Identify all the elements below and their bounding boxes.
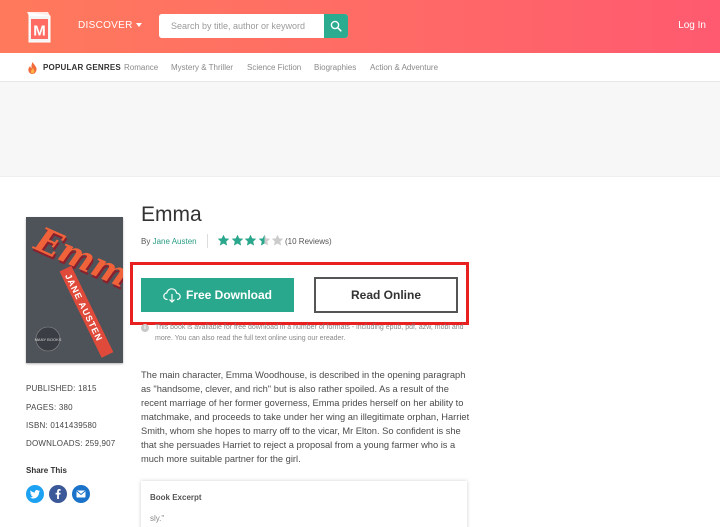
free-download-button[interactable]: Free Download <box>141 278 294 312</box>
excerpt-text: sly." <box>150 514 165 523</box>
genre-link-action-adventure[interactable]: Action & Adventure <box>370 63 438 72</box>
genre-link-science-fiction[interactable]: Science Fiction <box>247 63 301 72</box>
book-title: Emma <box>141 203 202 226</box>
twitter-icon <box>30 489 40 498</box>
published-year: PUBLISHED: 1815 <box>26 384 97 393</box>
cloud-download-icon <box>163 287 181 303</box>
info-icon: i <box>141 324 149 332</box>
facebook-icon <box>55 489 61 499</box>
format-info-note: This book is available for free download… <box>155 324 464 342</box>
search-icon <box>330 20 342 32</box>
free-download-label: Free Download <box>185 288 272 302</box>
logo-letter: M <box>33 23 46 40</box>
flame-icon <box>28 62 37 74</box>
discover-label: DISCOVER <box>78 20 133 31</box>
reviews-count[interactable]: (10 Reviews) <box>285 237 332 246</box>
search-input[interactable] <box>159 14 324 38</box>
read-online-label: Read Online <box>350 288 421 302</box>
page-count: PAGES: 380 <box>26 403 73 412</box>
download-count: DOWNLOADS: 259,907 <box>26 439 116 448</box>
book-cover: Emma Emma JANE AUSTEN MANY BOOKS <box>26 217 123 363</box>
byline: By Jane Austen <box>141 237 197 246</box>
star-icon <box>258 234 270 246</box>
email-icon <box>76 490 86 498</box>
by-label: By <box>141 237 151 246</box>
read-online-button[interactable]: Read Online <box>314 277 458 313</box>
star-icon <box>271 234 284 246</box>
login-link[interactable]: Log In <box>678 20 706 31</box>
star-icon <box>244 234 257 246</box>
top-header: M DISCOVER Log In <box>0 0 720 53</box>
discover-menu[interactable]: DISCOVER <box>78 20 142 31</box>
genre-link-mystery-thriller[interactable]: Mystery & Thriller <box>171 63 233 72</box>
cover-badge-text: MANY BOOKS <box>35 337 62 342</box>
book-excerpt-card: Book Excerpt sly." <box>141 481 467 527</box>
search-bar <box>159 14 348 38</box>
chevron-down-icon <box>135 23 142 28</box>
email-share-button[interactable] <box>72 485 90 503</box>
facebook-share-button[interactable] <box>49 485 67 503</box>
excerpt-title: Book Excerpt <box>150 493 202 502</box>
site-logo[interactable]: M <box>26 9 53 44</box>
isbn: ISBN: 0141439580 <box>26 421 97 430</box>
star-icon <box>217 234 230 246</box>
divider <box>207 234 208 248</box>
genre-link-biographies[interactable]: Biographies <box>314 63 356 72</box>
search-button[interactable] <box>324 14 348 38</box>
author-link[interactable]: Jane Austen <box>153 237 197 246</box>
ad-banner-area <box>0 82 720 177</box>
star-icon <box>231 234 243 246</box>
genre-link-romance[interactable]: Romance <box>124 63 158 72</box>
share-title: Share This <box>26 466 67 475</box>
twitter-share-button[interactable] <box>26 485 44 503</box>
popular-genres-label: POPULAR GENRES <box>43 63 121 72</box>
book-description: The main character, Emma Woodhouse, is d… <box>141 370 470 464</box>
star-rating <box>217 234 285 246</box>
